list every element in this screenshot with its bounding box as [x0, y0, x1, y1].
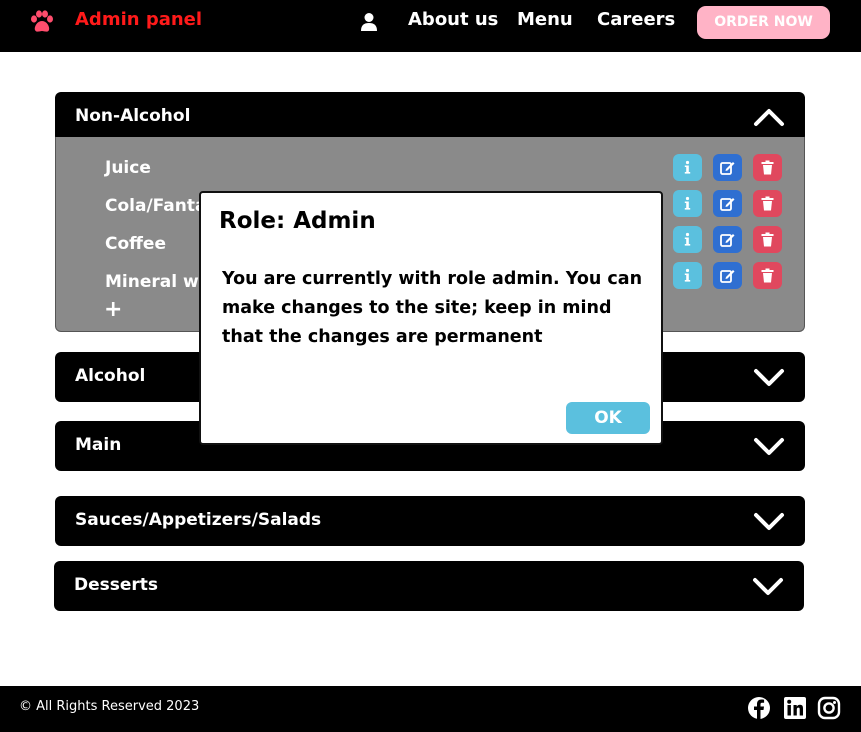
- info-button[interactable]: [673, 262, 702, 289]
- facebook-icon[interactable]: [747, 696, 771, 720]
- delete-button[interactable]: [753, 154, 782, 181]
- navbar: Admin panel About us Menu Careers ORDER …: [0, 0, 861, 52]
- ok-button[interactable]: OK: [566, 402, 650, 434]
- copyright-text: © All Rights Reserved 2023: [19, 699, 200, 714]
- add-item-button[interactable]: +: [104, 297, 122, 322]
- edit-button[interactable]: [713, 262, 742, 289]
- accordion-non-alcohol[interactable]: Non-Alcohol: [55, 92, 805, 142]
- nav-link-menu[interactable]: Menu: [517, 9, 573, 30]
- delete-button[interactable]: [753, 190, 782, 217]
- user-icon[interactable]: [360, 12, 378, 32]
- role-admin-modal: Role: Admin You are currently with role …: [199, 191, 663, 445]
- order-now-button[interactable]: ORDER NOW: [697, 6, 830, 39]
- accordion-desserts[interactable]: Desserts: [54, 561, 804, 611]
- accordion-title: Desserts: [74, 575, 159, 595]
- edit-button[interactable]: [713, 190, 742, 217]
- chevron-down-icon[interactable]: [753, 365, 785, 389]
- trash-icon: [761, 232, 774, 247]
- item-juice: Juice: [105, 158, 151, 178]
- nav-link-careers[interactable]: Careers: [597, 9, 675, 30]
- accordion-title: Main: [75, 435, 122, 455]
- nav-link-about[interactable]: About us: [408, 9, 498, 30]
- info-icon: [684, 232, 691, 246]
- edit-button[interactable]: [713, 226, 742, 253]
- info-button[interactable]: [673, 190, 702, 217]
- accordion-title: Sauces/Appetizers/Salads: [75, 510, 322, 530]
- paw-icon[interactable]: [29, 10, 55, 34]
- edit-icon: [720, 234, 735, 247]
- chevron-down-icon[interactable]: [753, 434, 785, 458]
- trash-icon: [761, 160, 774, 175]
- trash-icon: [761, 268, 774, 283]
- modal-message: You are currently with role admin. You c…: [222, 269, 643, 347]
- info-button[interactable]: [673, 154, 702, 181]
- accordion-sauces-appetizers-salads[interactable]: Sauces/Appetizers/Salads: [55, 496, 805, 546]
- chevron-up-icon[interactable]: [753, 105, 785, 129]
- trash-icon: [761, 196, 774, 211]
- footer: © All Rights Reserved 2023: [0, 686, 861, 732]
- info-icon: [684, 268, 691, 282]
- info-icon: [684, 196, 691, 210]
- item-mineral-water: Mineral wa: [105, 272, 211, 292]
- item-coffee: Coffee: [105, 234, 166, 254]
- accordion-title: Non-Alcohol: [75, 106, 191, 126]
- edit-button[interactable]: [713, 154, 742, 181]
- edit-icon: [720, 270, 735, 283]
- brand-title[interactable]: Admin panel: [75, 9, 202, 30]
- modal-title: Role: Admin: [219, 208, 376, 234]
- accordion-title: Alcohol: [75, 366, 146, 386]
- edit-icon: [720, 198, 735, 211]
- linkedin-icon[interactable]: [783, 696, 807, 720]
- chevron-down-icon[interactable]: [752, 574, 784, 598]
- chevron-down-icon[interactable]: [753, 509, 785, 533]
- info-button[interactable]: [673, 226, 702, 253]
- instagram-icon[interactable]: [817, 696, 841, 720]
- item-cola-fanta: Cola/Fanta/: [105, 196, 213, 216]
- delete-button[interactable]: [753, 262, 782, 289]
- info-icon: [684, 160, 691, 174]
- edit-icon: [720, 162, 735, 175]
- delete-button[interactable]: [753, 226, 782, 253]
